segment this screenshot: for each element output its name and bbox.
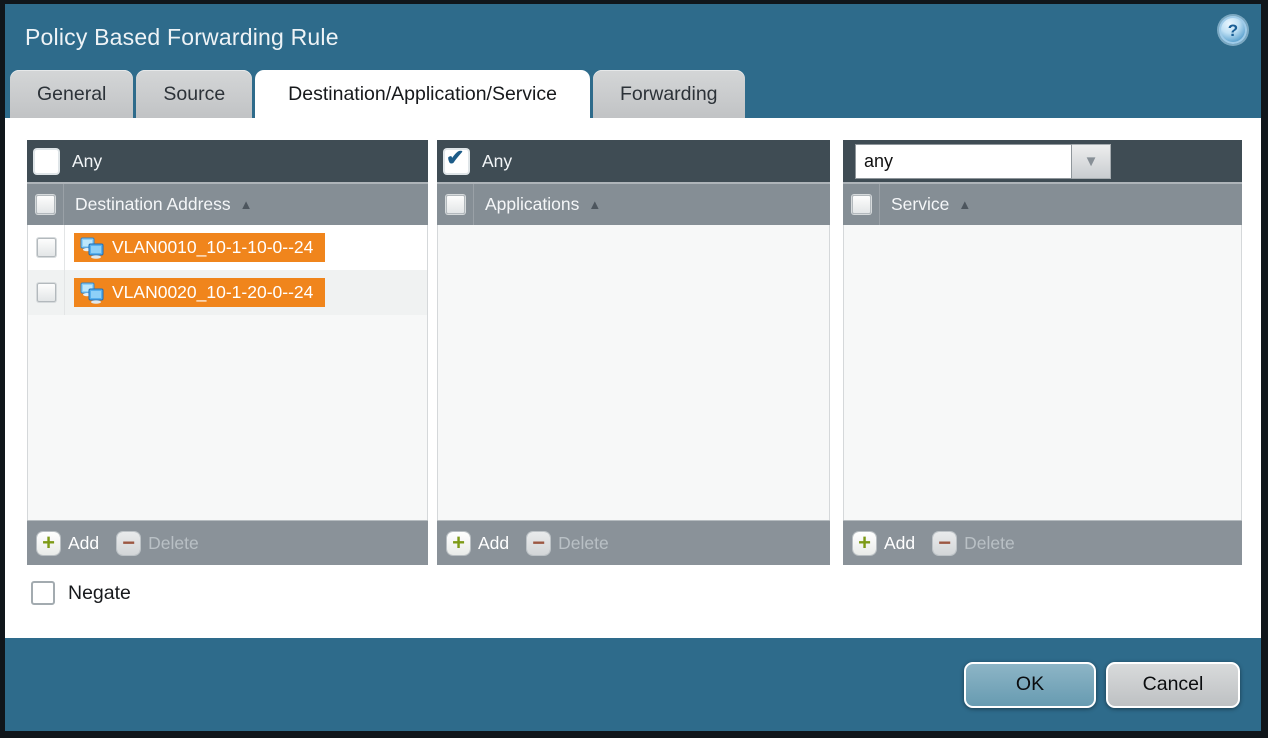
applications-list (437, 225, 830, 520)
tab-bar: General Source Destination/Application/S… (5, 70, 1261, 118)
applications-delete-button[interactable]: − Delete (527, 532, 609, 555)
negate-checkbox[interactable] (31, 581, 55, 605)
applications-any-bar: ✔ Any (437, 140, 830, 182)
destination-list: VLAN0010_10-1-10-0--24 (27, 225, 428, 520)
table-row: VLAN0020_10-1-20-0--24 (28, 270, 427, 315)
destination-any-bar: Any (27, 140, 428, 182)
negate-row: Negate (27, 581, 1245, 605)
table-row: VLAN0010_10-1-10-0--24 (28, 225, 427, 270)
service-select-all-checkbox[interactable] (852, 195, 871, 214)
delete-label: Delete (964, 533, 1015, 554)
service-delete-button[interactable]: − Delete (933, 532, 1015, 555)
destination-toolbar: + Add − Delete (27, 520, 428, 565)
policy-based-forwarding-dialog: Policy Based Forwarding Rule ? General S… (0, 0, 1268, 738)
ok-button[interactable]: OK (964, 662, 1096, 708)
service-any-bar: ▼ (843, 140, 1242, 182)
tab-general[interactable]: General (10, 70, 133, 118)
sort-ascending-icon[interactable]: ▲ (958, 197, 971, 212)
destination-any-label: Any (72, 151, 102, 172)
dialog-footer: OK Cancel (5, 638, 1261, 731)
help-icon[interactable]: ? (1219, 16, 1247, 44)
delete-icon: − (527, 532, 550, 555)
destination-add-button[interactable]: + Add (37, 532, 99, 555)
sort-ascending-icon[interactable]: ▲ (588, 197, 601, 212)
tab-source[interactable]: Source (136, 70, 252, 118)
service-type-combo: ▼ (855, 144, 1111, 179)
applications-any-checkbox[interactable]: ✔ (445, 150, 468, 173)
applications-any-label: Any (482, 151, 512, 172)
destination-header-label[interactable]: Destination Address ▲ (64, 184, 253, 225)
address-object-label: VLAN0010_10-1-10-0--24 (112, 237, 313, 258)
add-icon: + (37, 532, 60, 555)
row-checkbox[interactable] (37, 283, 56, 302)
cancel-button[interactable]: Cancel (1106, 662, 1240, 708)
dialog-titlebar: Policy Based Forwarding Rule ? (5, 4, 1261, 70)
service-column: ▼ Service ▲ + A (843, 140, 1242, 565)
destination-column-header: Destination Address ▲ (27, 182, 428, 225)
address-object-chip[interactable]: VLAN0010_10-1-10-0--24 (74, 233, 325, 262)
dialog-title: Policy Based Forwarding Rule (25, 24, 339, 51)
service-select-all-cell (843, 184, 880, 225)
tab-forwarding[interactable]: Forwarding (593, 70, 745, 118)
check-icon: ✔ (446, 147, 464, 169)
row-checkbox-cell (28, 225, 65, 270)
service-header-label[interactable]: Service ▲ (880, 184, 971, 225)
address-object-icon (80, 282, 104, 304)
destination-select-all-checkbox[interactable] (36, 195, 55, 214)
destination-delete-button[interactable]: − Delete (117, 532, 199, 555)
tab-content-panel: Any Destination Address ▲ (5, 118, 1261, 638)
address-object-label: VLAN0020_10-1-20-0--24 (112, 282, 313, 303)
applications-header-text: Applications (485, 194, 579, 215)
row-checkbox[interactable] (37, 238, 56, 257)
applications-toolbar: + Add − Delete (437, 520, 830, 565)
row-checkbox-cell (28, 270, 65, 315)
service-list (843, 225, 1242, 520)
add-label: Add (68, 533, 99, 554)
applications-column: ✔ Any Applications ▲ + (437, 140, 830, 565)
address-object-icon (80, 237, 104, 259)
service-header-text: Service (891, 194, 949, 215)
add-label: Add (884, 533, 915, 554)
service-type-input[interactable] (855, 144, 1072, 179)
negate-label: Negate (68, 582, 131, 605)
delete-icon: − (933, 532, 956, 555)
destination-address-column: Any Destination Address ▲ (27, 140, 428, 565)
delete-icon: − (117, 532, 140, 555)
sort-ascending-icon[interactable]: ▲ (240, 197, 253, 212)
tab-destination-application-service[interactable]: Destination/Application/Service (255, 70, 590, 118)
add-icon: + (447, 532, 470, 555)
chevron-down-icon: ▼ (1084, 153, 1099, 170)
applications-select-all-cell (437, 184, 474, 225)
help-glyph: ? (1228, 22, 1238, 39)
delete-label: Delete (558, 533, 609, 554)
service-toolbar: + Add − Delete (843, 520, 1242, 565)
destination-header-text: Destination Address (75, 194, 231, 215)
applications-column-header: Applications ▲ (437, 182, 830, 225)
service-column-header: Service ▲ (843, 182, 1242, 225)
applications-add-button[interactable]: + Add (447, 532, 509, 555)
destination-select-all-cell (27, 184, 64, 225)
service-type-dropdown-button[interactable]: ▼ (1072, 144, 1111, 179)
delete-label: Delete (148, 533, 199, 554)
address-object-chip[interactable]: VLAN0020_10-1-20-0--24 (74, 278, 325, 307)
applications-select-all-checkbox[interactable] (446, 195, 465, 214)
service-add-button[interactable]: + Add (853, 532, 915, 555)
destination-any-checkbox[interactable] (35, 150, 58, 173)
add-label: Add (478, 533, 509, 554)
add-icon: + (853, 532, 876, 555)
applications-header-label[interactable]: Applications ▲ (474, 184, 601, 225)
